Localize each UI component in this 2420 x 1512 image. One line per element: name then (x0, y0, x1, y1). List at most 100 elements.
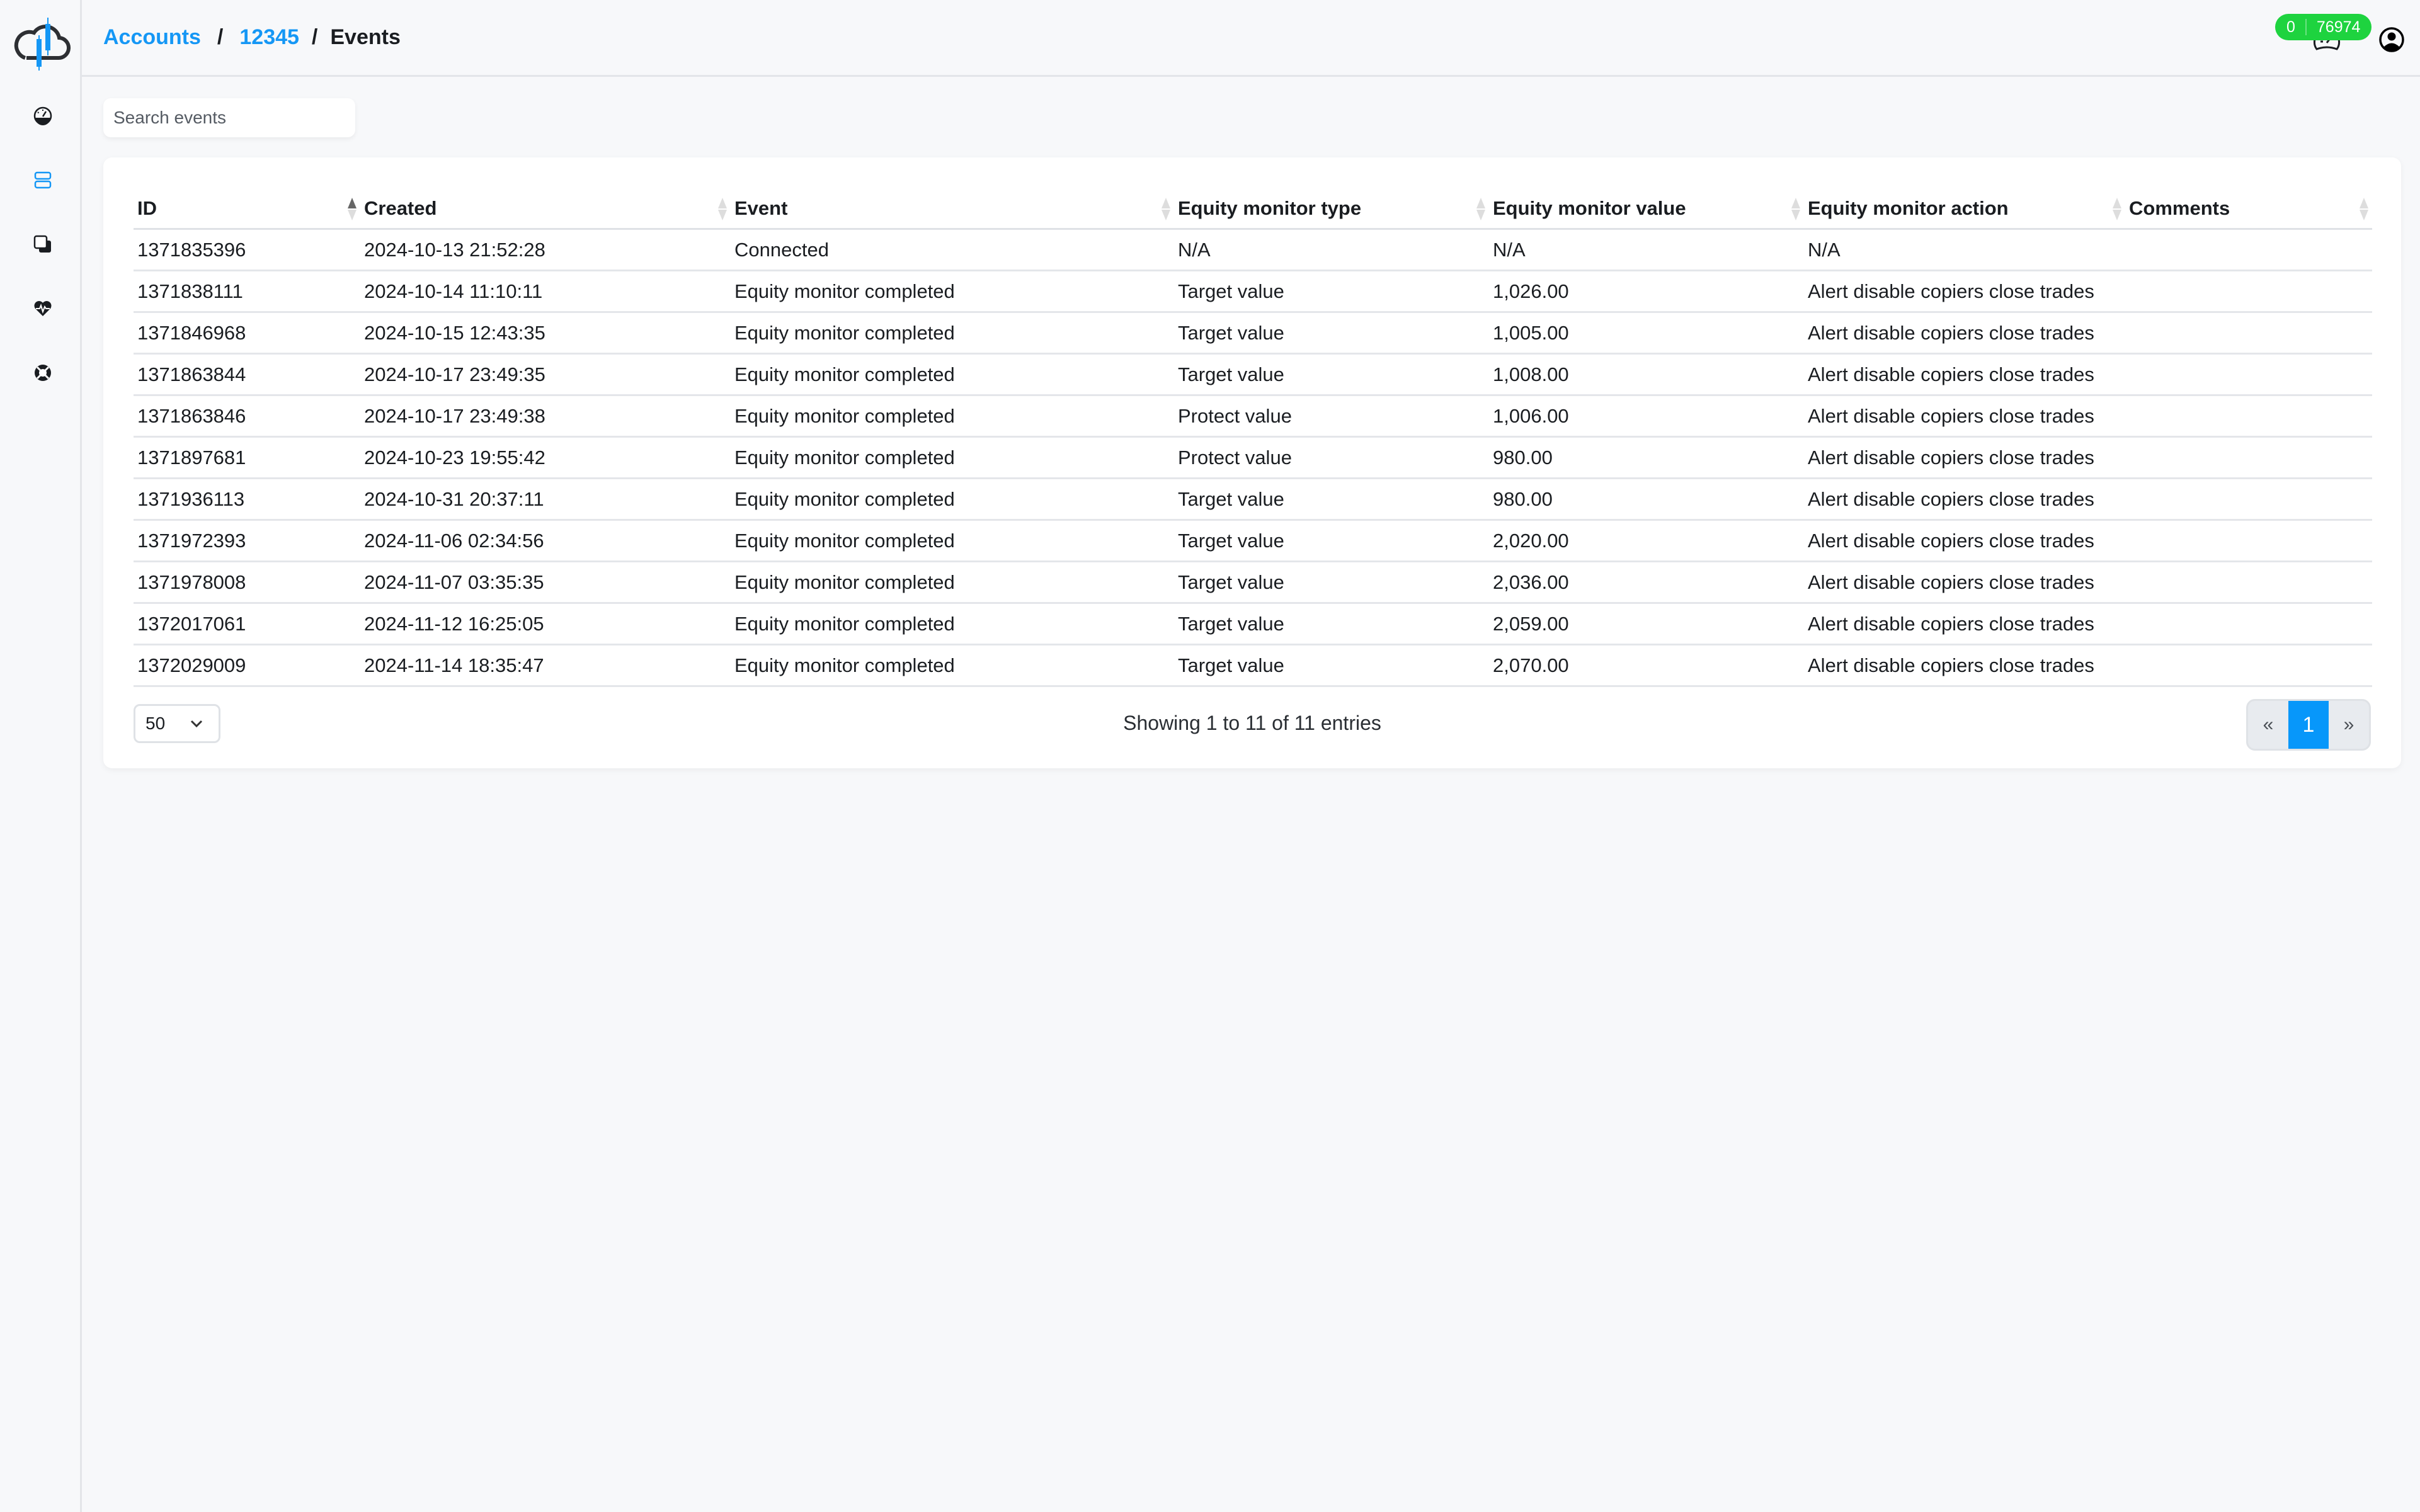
breadcrumb-separator: / (311, 25, 318, 49)
column-header-equity-monitor-type[interactable]: Equity monitor type (1174, 189, 1489, 230)
table-row: 1371897681 2024-10-23 19:55:42 Equity moni… (134, 436, 2372, 479)
cell-id: 1371936113 (134, 478, 360, 521)
cell-equity-monitor-type: Target value (1174, 520, 1489, 562)
sort-icon (348, 198, 357, 220)
cell-comments (2125, 561, 2372, 604)
sidebar-item-dashboard[interactable] (31, 105, 54, 127)
cell-event: Equity monitor completed (731, 353, 1174, 396)
cell-equity-monitor-value: 2,070.00 (1489, 644, 1804, 687)
column-header-label: Event (734, 197, 788, 219)
sort-icon (1791, 198, 1800, 220)
sort-icon (1161, 198, 1170, 220)
cell-equity-monitor-value: 2,059.00 (1489, 603, 1804, 645)
table-header-row: ID Created Event Equity monitor type Equity … (134, 189, 2372, 230)
table-row: 1371846968 2024-10-15 12:43:35 Equity moni… (134, 312, 2372, 355)
column-header-id[interactable]: ID (134, 189, 360, 230)
cell-event: Equity monitor completed (731, 270, 1174, 313)
cell-event: Connected (731, 229, 1174, 271)
table-row: 1371978008 2024-11-07 03:35:35 Equity moni… (134, 561, 2372, 604)
breadcrumb: Accounts / 12345 / Events (103, 25, 401, 50)
sort-icon (2113, 198, 2121, 220)
logo-icon[interactable] (14, 14, 72, 71)
cell-equity-monitor-value: N/A (1489, 229, 1804, 271)
sidebar-item-support[interactable] (31, 361, 54, 384)
user-account-icon[interactable] (2378, 26, 2405, 53)
cell-event: Equity monitor completed (731, 603, 1174, 645)
cell-equity-monitor-type: Target value (1174, 644, 1489, 687)
sidebar-item-health[interactable] (31, 297, 54, 320)
cell-event: Equity monitor completed (731, 478, 1174, 521)
cell-id: 1371846968 (134, 312, 360, 355)
cell-id: 1371897681 (134, 436, 360, 479)
column-header-label: ID (137, 197, 157, 219)
cell-created: 2024-10-15 12:43:35 (360, 312, 731, 355)
cell-equity-monitor-value: 1,026.00 (1489, 270, 1804, 313)
pagination-page-button[interactable]: 1 (2288, 701, 2329, 749)
breadcrumb-account-link[interactable]: 12345 (239, 25, 299, 50)
credits-widget[interactable]: 0 76974 (2275, 14, 2372, 64)
cell-equity-monitor-action: Alert disable copiers close trades (1804, 478, 2125, 521)
cell-equity-monitor-value: 1,006.00 (1489, 395, 1804, 438)
table-row: 1372029009 2024-11-14 18:35:47 Equity moni… (134, 644, 2372, 687)
cell-equity-monitor-type: Target value (1174, 603, 1489, 645)
cell-equity-monitor-value: 1,008.00 (1489, 353, 1804, 396)
cell-equity-monitor-action: Alert disable copiers close trades (1804, 353, 2125, 396)
cell-created: 2024-11-06 02:34:56 (360, 520, 731, 562)
cell-equity-monitor-value: 1,005.00 (1489, 312, 1804, 355)
cell-id: 1371978008 (134, 561, 360, 604)
cell-created: 2024-10-31 20:37:11 (360, 478, 731, 521)
search-events-input[interactable] (103, 98, 355, 137)
cell-created: 2024-10-17 23:49:38 (360, 395, 731, 438)
column-header-event[interactable]: Event (731, 189, 1174, 230)
table-body: 1371835396 2024-10-13 21:52:28 Connected N/… (134, 229, 2372, 687)
column-header-created[interactable]: Created (360, 189, 731, 230)
cell-equity-monitor-action: Alert disable copiers close trades (1804, 603, 2125, 645)
column-header-equity-monitor-action[interactable]: Equity monitor action (1804, 189, 2125, 230)
cell-comments (2125, 520, 2372, 562)
column-header-comments[interactable]: Comments (2125, 189, 2372, 230)
top-header: Accounts / 12345 / Events 0 76974 (82, 0, 2420, 77)
cell-equity-monitor-type: Target value (1174, 270, 1489, 313)
cell-equity-monitor-type: Target value (1174, 312, 1489, 355)
pagination: « 1 » (2246, 699, 2371, 751)
table-info: Showing 1 to 11 of 11 entries (1123, 712, 1381, 734)
cell-comments (2125, 603, 2372, 645)
breadcrumb-current: Events (330, 25, 401, 49)
cell-created: 2024-10-14 11:10:11 (360, 270, 731, 313)
credits-badge: 0 76974 (2275, 14, 2372, 40)
column-header-label: Comments (2129, 197, 2230, 219)
sidebar-item-accounts[interactable] (31, 169, 54, 191)
sidebar (0, 0, 82, 1512)
events-table: ID Created Event Equity monitor type Equity … (134, 189, 2372, 687)
cell-comments (2125, 395, 2372, 438)
column-header-label: Equity monitor value (1493, 197, 1686, 219)
copy-icon (33, 235, 51, 253)
table-row: 1371863846 2024-10-17 23:49:38 Equity moni… (134, 395, 2372, 438)
cell-id: 1371863846 (134, 395, 360, 438)
cell-comments (2125, 312, 2372, 355)
cell-event: Equity monitor completed (731, 520, 1174, 562)
cell-equity-monitor-value: 2,036.00 (1489, 561, 1804, 604)
cell-event: Equity monitor completed (731, 436, 1174, 479)
cell-id: 1372029009 (134, 644, 360, 687)
sort-icon (2360, 198, 2368, 220)
cell-created: 2024-11-12 16:25:05 (360, 603, 731, 645)
cell-id: 1371863844 (134, 353, 360, 396)
cell-comments (2125, 644, 2372, 687)
cell-event: Equity monitor completed (731, 395, 1174, 438)
cell-equity-monitor-type: Protect value (1174, 436, 1489, 479)
breadcrumb-accounts-link[interactable]: Accounts (103, 25, 201, 50)
column-header-equity-monitor-value[interactable]: Equity monitor value (1489, 189, 1804, 230)
cell-equity-monitor-action: Alert disable copiers close trades (1804, 520, 2125, 562)
sort-icon (718, 198, 727, 220)
cell-event: Equity monitor completed (731, 644, 1174, 687)
cell-equity-monitor-type: Target value (1174, 478, 1489, 521)
cell-equity-monitor-value: 980.00 (1489, 478, 1804, 521)
sidebar-item-copiers[interactable] (31, 233, 54, 256)
cell-comments (2125, 353, 2372, 396)
cell-equity-monitor-value: 980.00 (1489, 436, 1804, 479)
cell-equity-monitor-type: Protect value (1174, 395, 1489, 438)
pagination-prev-button[interactable]: « (2248, 701, 2288, 749)
pagination-next-button[interactable]: » (2329, 701, 2369, 749)
heart-pulse-icon (34, 301, 52, 316)
